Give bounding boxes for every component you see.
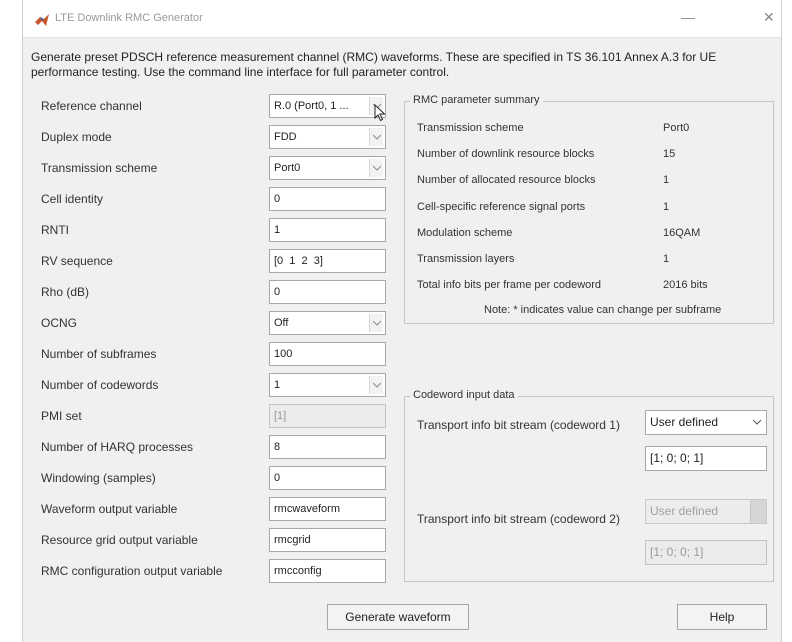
summary-row-value: 1	[663, 201, 670, 213]
harq-processes-label: Number of HARQ processes	[41, 440, 194, 454]
codeword-1-label: Transport info bit stream (codeword 1)	[417, 418, 620, 432]
ocng-label: OCNG	[41, 316, 77, 330]
pmi-set-input: [1]	[269, 404, 386, 428]
waveform-var-label: Waveform output variable	[41, 502, 178, 516]
num-subframes-input[interactable]: 100	[269, 342, 386, 366]
windowing-label: Windowing (samples)	[41, 471, 156, 485]
summary-row-value: 1	[663, 253, 670, 265]
codeword-input-title: Codeword input data	[410, 389, 518, 401]
codeword-1-mode-value: User defined	[650, 415, 719, 429]
dropdown-arrow-block	[750, 500, 766, 523]
summary-row-label: Number of downlink resource blocks	[417, 148, 595, 160]
rv-sequence-label: RV sequence	[41, 254, 113, 268]
pmi-set-label: PMI set	[41, 409, 82, 423]
codeword-1-bits-input[interactable]: [1; 0; 0; 1]	[645, 446, 767, 471]
summary-row-value: Port0	[663, 122, 690, 134]
config-var-input[interactable]: rmcconfig	[269, 559, 386, 583]
grid-var-label: Resource grid output variable	[41, 533, 198, 547]
minimize-button[interactable]: —	[681, 9, 695, 25]
description-text: Generate preset PDSCH reference measurem…	[31, 50, 717, 79]
num-subframes-label: Number of subframes	[41, 347, 157, 361]
transmission-scheme-label: Transmission scheme	[41, 161, 158, 175]
codeword-2-mode-dropdown: User defined	[645, 499, 767, 524]
summary-row-label: Number of allocated resource blocks	[417, 174, 596, 186]
summary-row-value: 2016 bits	[663, 279, 708, 291]
chevron-down-icon	[369, 376, 383, 394]
title-bar[interactable]: LTE Downlink RMC Generator — ✕	[23, 0, 781, 38]
chevron-down-icon	[369, 159, 383, 177]
summary-row-value: 1	[663, 174, 670, 186]
rv-sequence-input[interactable]: [0 1 2 3]	[269, 249, 386, 273]
generate-waveform-button[interactable]: Generate waveform	[327, 604, 469, 630]
reference-channel-value: R.0 (Port0, 1 ...	[274, 100, 349, 112]
summary-row-label: Transmission layers	[417, 253, 515, 265]
codeword-2-mode-value: User defined	[650, 504, 719, 518]
chevron-down-icon	[369, 128, 383, 146]
duplex-mode-value: FDD	[274, 131, 297, 143]
summary-row-label: Transmission scheme	[417, 122, 524, 134]
waveform-var-input[interactable]: rmcwaveform	[269, 497, 386, 521]
chevron-down-icon	[750, 413, 764, 431]
rho-label: Rho (dB)	[41, 285, 90, 299]
rnti-input[interactable]: 1	[269, 218, 386, 242]
grid-var-input[interactable]: rmcgrid	[269, 528, 386, 552]
summary-note: Note: * indicates value can change per s…	[484, 304, 722, 316]
rmc-summary-title: RMC parameter summary	[410, 94, 543, 106]
windowing-input[interactable]: 0	[269, 466, 386, 490]
summary-row-label: Modulation scheme	[417, 227, 513, 239]
ocng-dropdown[interactable]: Off	[269, 311, 386, 335]
summary-row-label: Total info bits per frame per codeword	[417, 279, 602, 291]
rnti-label: RNTI	[41, 223, 69, 237]
transmission-scheme-dropdown[interactable]: Port0	[269, 156, 386, 180]
duplex-mode-dropdown[interactable]: FDD	[269, 125, 386, 149]
matlab-logo-icon	[35, 13, 49, 26]
summary-row-label: Cell-specific reference signal ports	[417, 201, 586, 213]
window-title: LTE Downlink RMC Generator	[55, 12, 203, 24]
reference-channel-dropdown[interactable]: R.0 (Port0, 1 ...	[269, 94, 386, 118]
config-var-label: RMC configuration output variable	[41, 564, 223, 578]
num-codewords-value: 1	[274, 379, 281, 391]
chevron-down-icon	[369, 314, 383, 332]
ocng-value: Off	[274, 317, 289, 329]
help-button[interactable]: Help	[677, 604, 767, 630]
transmission-scheme-value: Port0	[274, 162, 301, 174]
summary-row-value: 16QAM	[663, 227, 701, 239]
summary-row-value: 15	[663, 148, 676, 160]
harq-processes-input[interactable]: 8	[269, 435, 386, 459]
duplex-mode-label: Duplex mode	[41, 130, 112, 144]
codeword-1-mode-dropdown[interactable]: User defined	[645, 410, 767, 435]
close-button[interactable]: ✕	[763, 9, 775, 26]
reference-channel-label: Reference channel	[41, 99, 142, 113]
cell-identity-label: Cell identity	[41, 192, 104, 206]
codeword-2-label: Transport info bit stream (codeword 2)	[417, 512, 620, 526]
codeword-2-bits-input: [1; 0; 0; 1]	[645, 540, 767, 565]
rmc-generator-window: LTE Downlink RMC Generator — ✕ Generate …	[22, 0, 782, 642]
rho-input[interactable]: 0	[269, 280, 386, 304]
num-codewords-label: Number of codewords	[41, 378, 159, 392]
num-codewords-dropdown[interactable]: 1	[269, 373, 386, 397]
mouse-pointer-icon	[374, 103, 386, 127]
cell-identity-input[interactable]: 0	[269, 187, 386, 211]
